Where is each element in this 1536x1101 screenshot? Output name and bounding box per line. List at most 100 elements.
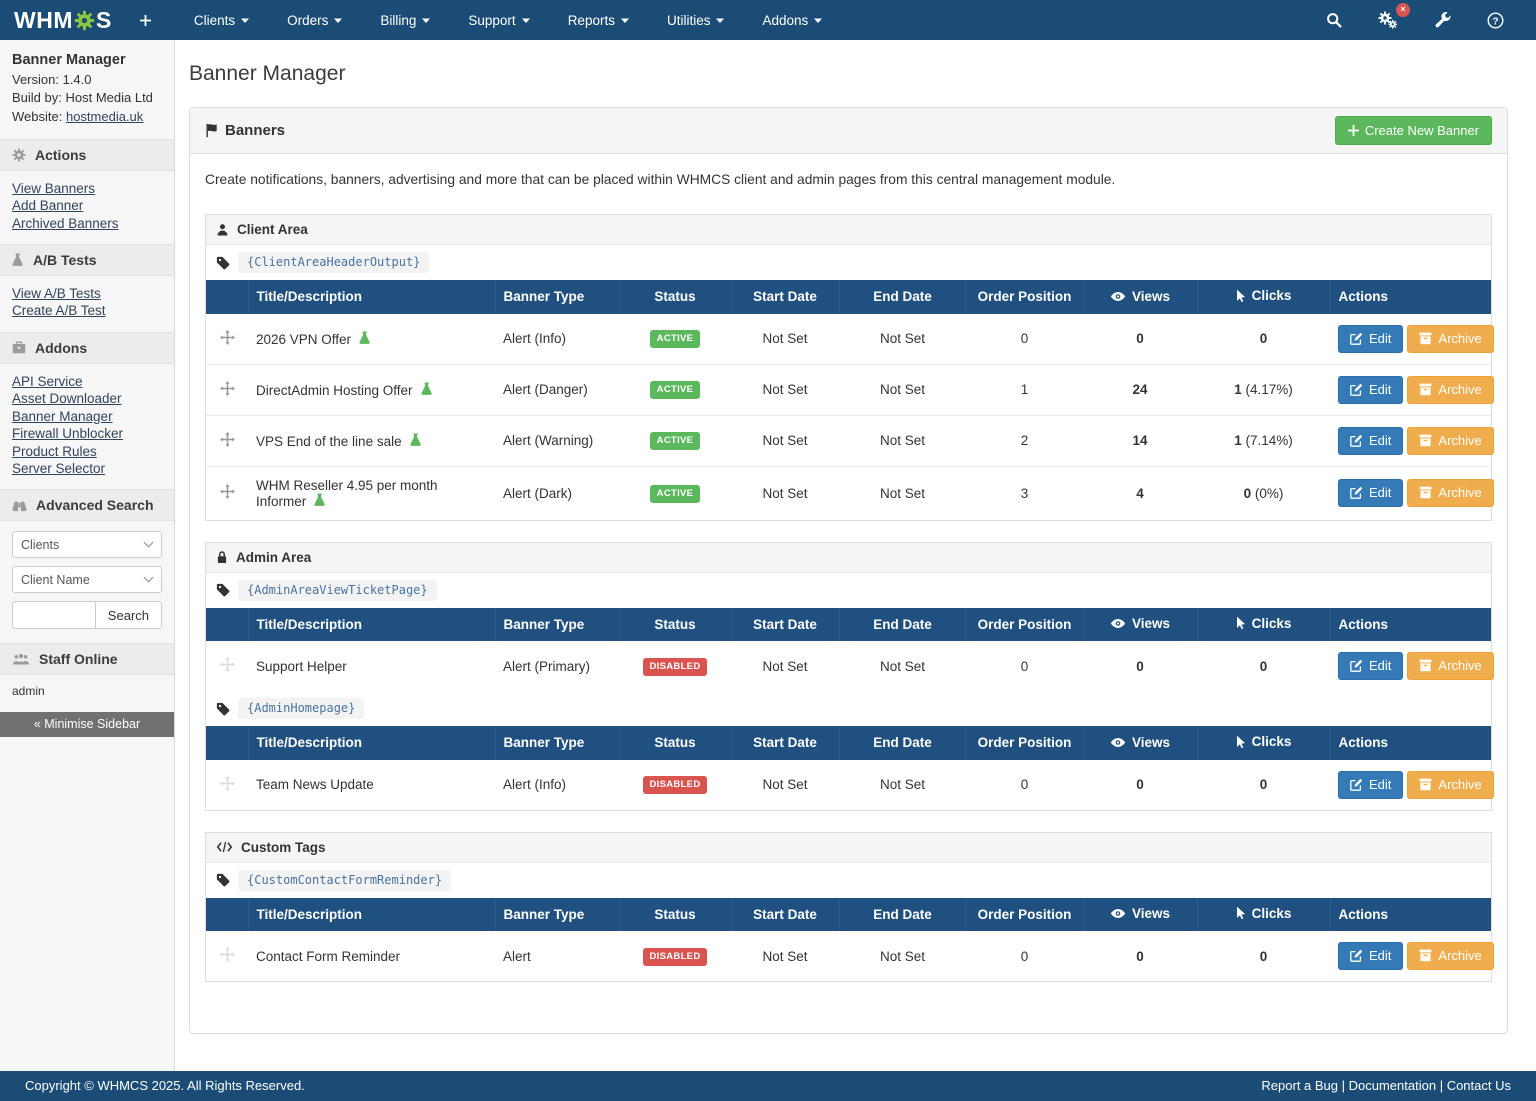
banner-title-cell: Support Helper <box>248 641 495 691</box>
sidebar-link-asset-downloader[interactable]: Asset Downloader <box>12 390 162 407</box>
archive-button-label: Archive <box>1438 485 1481 500</box>
views-cell: 14 <box>1083 415 1197 466</box>
whmcs-logo[interactable]: WHM S <box>14 7 112 34</box>
sidebar-link-add-banner[interactable]: Add Banner <box>12 197 162 214</box>
edit-button[interactable]: Edit <box>1338 479 1403 507</box>
archive-button[interactable]: Archive <box>1407 652 1493 680</box>
sidebar-link-firewall-unblocker[interactable]: Firewall Unblocker <box>12 425 162 442</box>
column-header-label: Actions <box>1339 735 1389 750</box>
sidebar-link-product-rules[interactable]: Product Rules <box>12 443 162 460</box>
clicks-count: 0 <box>1260 331 1268 346</box>
order-position: 1 <box>966 364 1083 415</box>
minimise-sidebar-button[interactable]: « Minimise Sidebar <box>0 712 174 737</box>
flask-icon <box>12 253 24 267</box>
nav-item-support[interactable]: Support <box>449 0 548 40</box>
archive-icon <box>1419 383 1432 396</box>
nav-item-clients[interactable]: Clients <box>175 0 268 40</box>
column-header-label: Order Position <box>978 617 1072 632</box>
edit-button[interactable]: Edit <box>1338 325 1403 353</box>
sidebar-link-view-banners[interactable]: View Banners <box>12 180 162 197</box>
footer-link-contact-us[interactable]: Contact Us <box>1447 1078 1511 1093</box>
edit-button[interactable]: Edit <box>1338 771 1403 799</box>
search-field-select[interactable]: Client Name <box>12 566 162 593</box>
drag-handle-icon[interactable] <box>220 381 235 396</box>
help-icon[interactable]: ? <box>1469 12 1522 29</box>
column-header-order-position: Order Position <box>966 898 1083 932</box>
sidebar-link-server-selector[interactable]: Server Selector <box>12 460 162 477</box>
column-header-handle <box>206 898 248 932</box>
banner-title: WHM Reseller 4.95 per month Informer <box>256 478 438 509</box>
search-icon[interactable] <box>1308 12 1360 28</box>
drag-handle-icon[interactable] <box>220 484 235 499</box>
archive-button[interactable]: Archive <box>1407 427 1493 455</box>
gear-icon <box>12 148 26 162</box>
edit-button[interactable]: Edit <box>1338 376 1403 404</box>
addons-icon <box>12 341 26 354</box>
edit-button[interactable]: Edit <box>1338 942 1403 970</box>
start-date: Not Set <box>731 364 839 415</box>
eye-icon <box>1110 291 1126 302</box>
create-new-banner-button[interactable]: Create New Banner <box>1335 116 1492 145</box>
search-type-select[interactable]: Clients <box>12 531 162 558</box>
system-settings-icon[interactable]: × <box>1360 11 1417 30</box>
template-tag: {ClientAreaHeaderOutput} <box>238 252 429 273</box>
drag-handle-cell <box>206 641 248 691</box>
nav-item-utilities[interactable]: Utilities <box>648 0 744 40</box>
clicks-count: 0 <box>1260 659 1268 674</box>
footer-link-documentation[interactable]: Documentation <box>1349 1078 1436 1093</box>
drag-handle-icon[interactable] <box>220 330 235 345</box>
drag-handle-icon <box>220 657 235 672</box>
banner-type: Alert (Danger) <box>495 364 619 415</box>
banners-table: Title/DescriptionBanner TypeStatusStart … <box>206 726 1491 810</box>
section-title: Custom Tags <box>241 840 326 855</box>
advanced-search-form: Clients Client Name Search <box>0 521 174 643</box>
edit-button[interactable]: Edit <box>1338 427 1403 455</box>
column-header-content: Banner Type <box>504 289 585 304</box>
footer-link-report-a-bug[interactable]: Report a Bug <box>1261 1078 1338 1093</box>
nav-item-billing[interactable]: Billing <box>361 0 449 40</box>
copyright-text: Copyright © WHMCS 2025. All Rights Reser… <box>25 1078 305 1093</box>
sidebar-link-create-a-b-test[interactable]: Create A/B Test <box>12 302 162 319</box>
module-website-link[interactable]: hostmedia.uk <box>66 109 143 124</box>
quick-add-button[interactable] <box>140 15 151 26</box>
archive-button[interactable]: Archive <box>1407 376 1493 404</box>
edit-button-label: Edit <box>1369 382 1391 397</box>
order-position: 0 <box>966 641 1083 691</box>
caret-down-icon <box>716 18 724 23</box>
archive-button[interactable]: Archive <box>1407 325 1493 353</box>
drag-handle-icon[interactable] <box>220 432 235 447</box>
actions-cell: Edit Archive <box>1330 466 1491 520</box>
advanced-search-input[interactable] <box>12 601 95 629</box>
column-header-clicks: Clicks <box>1197 280 1330 314</box>
nav-item-reports[interactable]: Reports <box>549 0 648 40</box>
drag-handle-cell <box>206 931 248 981</box>
archive-button[interactable]: Archive <box>1407 479 1493 507</box>
clicks-cell: 0 <box>1197 641 1330 691</box>
sidebar-link-archived-banners[interactable]: Archived Banners <box>12 215 162 232</box>
sidebar-link-banner-manager[interactable]: Banner Manager <box>12 408 162 425</box>
end-date: Not Set <box>839 415 966 466</box>
tools-icon[interactable] <box>1417 12 1469 28</box>
caret-down-icon <box>422 18 430 23</box>
tag-icon <box>216 256 230 270</box>
plus-icon <box>1348 125 1359 136</box>
column-header-content: End Date <box>873 289 932 304</box>
nav-item-orders[interactable]: Orders <box>268 0 361 40</box>
sidebar-link-api-service[interactable]: API Service <box>12 373 162 390</box>
nav-item-addons[interactable]: Addons <box>743 0 841 40</box>
archive-button[interactable]: Archive <box>1407 942 1493 970</box>
column-header-content: Actions <box>1339 907 1389 922</box>
column-header-label: Banner Type <box>504 289 585 304</box>
sidebar-link-view-a-b-tests[interactable]: View A/B Tests <box>12 285 162 302</box>
banners-table: Title/DescriptionBanner TypeStatusStart … <box>206 898 1491 982</box>
user-icon <box>216 223 229 236</box>
status-badge: ACTIVE <box>650 485 701 503</box>
advanced-search-button[interactable]: Search <box>95 601 162 629</box>
status-cell: ACTIVE <box>619 466 731 520</box>
archive-button[interactable]: Archive <box>1407 771 1493 799</box>
edit-button[interactable]: Edit <box>1338 652 1403 680</box>
page-title: Banner Manager <box>189 62 1508 86</box>
column-header-status: Status <box>619 280 731 314</box>
drag-handle-icon <box>220 947 235 962</box>
sidebar-section-title: Staff Online <box>39 651 118 667</box>
